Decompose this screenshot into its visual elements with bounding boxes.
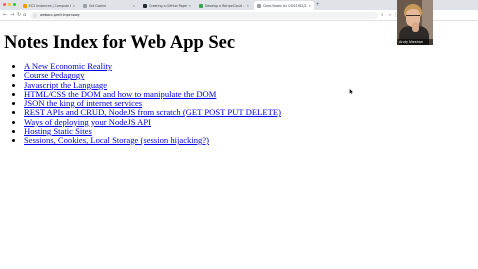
browser-tab[interactable]: Set Cookie × (80, 1, 138, 10)
browser-tab[interactable]: Creating a GitHub Pages s...× (140, 1, 194, 10)
tab-favicon-icon (257, 3, 261, 8)
browser-tab[interactable]: Develop a RecipeCloud - trans...× (196, 1, 252, 10)
home-icon[interactable]: ⌂ (23, 12, 26, 18)
tab-label: Creating a GitHub Pages s... (149, 3, 187, 8)
browser-tab[interactable]: Class Notes for CSIS4762/2... × (254, 1, 314, 10)
tab-favicon-icon (143, 3, 147, 8)
tab-label: Develop a RecipeCloud - trans... (205, 3, 245, 8)
tab-favicon-icon (23, 3, 27, 8)
tab-label: Class Notes for CSIS4762/2... (263, 3, 307, 8)
site-info-icon[interactable]: ⓘ (33, 12, 37, 19)
tab-label: Set Cookie (89, 3, 107, 8)
webcam-overlay: Andy Nieshan (397, 0, 433, 45)
maximize-window-dot[interactable] (13, 3, 16, 6)
reload-icon[interactable]: ↻ (17, 12, 21, 18)
bookmark-star-icon[interactable]: ☆ (388, 12, 392, 19)
search-icon[interactable]: ⌕ (381, 12, 384, 19)
tab-label: EC2 Instances | Compute E... (29, 3, 71, 8)
notes-link[interactable]: Sessions, Cookies, Local Storage (sessio… (24, 135, 209, 145)
minimize-window-dot[interactable] (8, 3, 11, 6)
forward-icon[interactable]: → (10, 12, 14, 18)
tab-close-icon[interactable]: × (73, 3, 75, 8)
browser-tab[interactable]: EC2 Instances | Compute E... × (20, 1, 78, 10)
window-controls (3, 3, 16, 6)
close-window-dot[interactable] (3, 3, 6, 6)
tab-close-icon[interactable]: × (189, 3, 191, 8)
mouse-cursor-icon (349, 88, 354, 95)
back-icon[interactable]: ← (3, 12, 7, 18)
presenter-hand (412, 22, 419, 32)
tab-close-icon[interactable]: × (247, 3, 249, 8)
new-tab-button[interactable]: + (316, 1, 320, 9)
list-item: Sessions, Cookies, Local Storage (sessio… (24, 135, 281, 145)
tab-favicon-icon (199, 3, 203, 8)
tab-favicon-icon (83, 3, 87, 8)
page-title: Notes Index for Web App Sec (4, 33, 236, 53)
address-bar[interactable]: ⓘ webacc.pmf.nlnpcnowy (30, 12, 378, 19)
presenter-name: Andy Nieshan (399, 40, 424, 44)
tab-close-icon[interactable]: × (309, 3, 311, 8)
tab-close-icon[interactable]: × (133, 3, 135, 8)
presenter-glasses (406, 15, 420, 19)
url-text[interactable]: webacc.pmf.nlnpcnowy (40, 12, 80, 19)
notes-index-list: A New Economic RealityCourse PedagogyJav… (12, 61, 281, 145)
